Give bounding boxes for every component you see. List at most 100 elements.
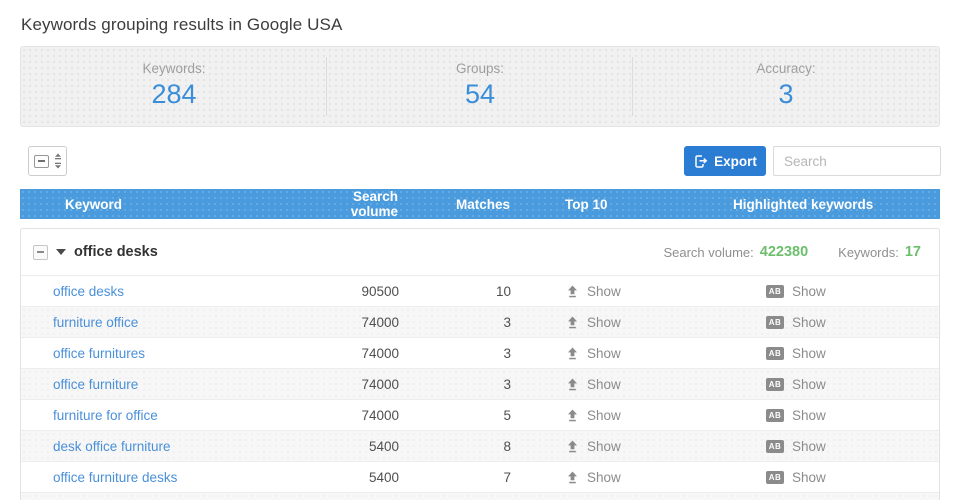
group-keywords-count: 17 <box>905 244 921 260</box>
table-row-partial <box>21 492 939 500</box>
table-row: desk office furniture 5400 8 Show AB Sho… <box>21 430 939 461</box>
column-header-search-volume[interactable]: Search volume <box>330 189 398 219</box>
keyword-link[interactable]: furniture office <box>21 315 331 330</box>
top10-arrow-icon <box>566 471 579 484</box>
stat-groups-label: Groups: <box>327 61 633 76</box>
search-volume-value: 74000 <box>331 346 399 361</box>
top10-show-label: Show <box>587 346 621 361</box>
highlighted-show-link[interactable]: AB Show <box>711 439 939 454</box>
highlighted-show-link[interactable]: AB Show <box>711 408 939 423</box>
highlighted-ab-icon: AB <box>766 409 784 422</box>
highlighted-show-link[interactable]: AB Show <box>711 470 939 485</box>
top10-show-link[interactable]: Show <box>511 284 711 299</box>
highlighted-show-label: Show <box>792 346 826 361</box>
highlighted-show-link[interactable]: AB Show <box>711 284 939 299</box>
search-volume-value: 74000 <box>331 408 399 423</box>
highlighted-ab-icon: AB <box>766 378 784 391</box>
matches-value: 5 <box>399 408 511 423</box>
highlighted-ab-icon: AB <box>766 347 784 360</box>
stats-panel: Keywords: 284 Groups: 54 Accuracy: 3 <box>20 46 940 127</box>
keyword-link[interactable]: office furniture desks <box>21 470 331 485</box>
export-button[interactable]: Export <box>684 146 766 176</box>
top10-arrow-icon <box>566 347 579 360</box>
matches-value: 3 <box>399 346 511 361</box>
top10-show-link[interactable]: Show <box>511 439 711 454</box>
highlighted-show-link[interactable]: AB Show <box>711 315 939 330</box>
highlighted-show-label: Show <box>792 377 826 392</box>
highlighted-show-link[interactable]: AB Show <box>711 377 939 392</box>
top10-arrow-icon <box>566 440 579 453</box>
stat-keywords: Keywords: 284 <box>21 47 327 126</box>
highlighted-show-label: Show <box>792 470 826 485</box>
page-title: Keywords grouping results in Google USA <box>21 15 342 35</box>
matches-value: 3 <box>399 315 511 330</box>
top10-show-link[interactable]: Show <box>511 377 711 392</box>
export-button-label: Export <box>714 154 757 169</box>
top10-show-label: Show <box>587 315 621 330</box>
top10-arrow-icon <box>566 409 579 422</box>
table-row: office furnitures 74000 3 Show AB Show <box>21 337 939 368</box>
top10-show-label: Show <box>587 377 621 392</box>
top10-arrow-icon <box>566 316 579 329</box>
top10-show-link[interactable]: Show <box>511 470 711 485</box>
top10-show-link[interactable]: Show <box>511 408 711 423</box>
top10-show-label: Show <box>587 439 621 454</box>
stat-keywords-value: 284 <box>21 79 327 110</box>
highlighted-ab-icon: AB <box>766 440 784 453</box>
group-search-volume-label: Search volume: <box>663 245 753 260</box>
highlighted-show-label: Show <box>792 315 826 330</box>
table-row: office furniture desks 5400 7 Show AB Sh… <box>21 461 939 492</box>
top10-show-link[interactable]: Show <box>511 315 711 330</box>
column-header-matches[interactable]: Matches <box>398 197 510 212</box>
search-volume-value: 5400 <box>331 470 399 485</box>
matches-value: 3 <box>399 377 511 392</box>
highlighted-ab-icon: AB <box>766 471 784 484</box>
keyword-link[interactable]: office desks <box>21 284 331 299</box>
table-header: Keyword Search volume Matches Top 10 Hig… <box>20 189 940 219</box>
group-search-volume-value: 422380 <box>760 244 808 260</box>
group-collapse-icon[interactable] <box>33 245 48 260</box>
search-volume-value: 74000 <box>331 377 399 392</box>
keyword-link[interactable]: office furniture <box>21 377 331 392</box>
stat-accuracy-value: 3 <box>633 79 939 110</box>
keyword-link[interactable]: furniture for office <box>21 408 331 423</box>
collapse-all-control[interactable] <box>28 146 67 176</box>
stat-accuracy-label: Accuracy: <box>633 61 939 76</box>
matches-value: 8 <box>399 439 511 454</box>
highlighted-ab-icon: AB <box>766 316 784 329</box>
table-row: office desks 90500 10 Show AB Show <box>21 275 939 306</box>
search-input[interactable] <box>773 146 941 176</box>
highlighted-show-link[interactable]: AB Show <box>711 346 939 361</box>
keyword-link[interactable]: desk office furniture <box>21 439 331 454</box>
column-header-keyword[interactable]: Keyword <box>20 197 330 212</box>
table-row: furniture office 74000 3 Show AB Show <box>21 306 939 337</box>
stat-keywords-label: Keywords: <box>21 61 327 76</box>
collapse-minus-icon <box>34 155 49 168</box>
stat-groups: Groups: 54 <box>327 47 633 126</box>
top10-show-link[interactable]: Show <box>511 346 711 361</box>
group-card: office desks Search volume: 422380 Keywo… <box>20 228 940 500</box>
highlighted-show-label: Show <box>792 439 826 454</box>
highlighted-show-label: Show <box>792 284 826 299</box>
column-header-highlighted-keywords[interactable]: Highlighted keywords <box>710 197 940 212</box>
group-name: office desks <box>74 244 158 260</box>
search-volume-value: 90500 <box>331 284 399 299</box>
search-volume-value: 74000 <box>331 315 399 330</box>
group-meta: Search volume: 422380 Keywords: 17 <box>663 244 921 260</box>
top10-arrow-icon <box>566 285 579 298</box>
highlighted-ab-icon: AB <box>766 285 784 298</box>
export-icon <box>693 154 708 169</box>
group-keywords-label: Keywords: <box>838 245 899 260</box>
top10-show-label: Show <box>587 470 621 485</box>
chevron-down-icon[interactable] <box>56 249 66 255</box>
stat-accuracy: Accuracy: 3 <box>633 47 939 126</box>
top10-arrow-icon <box>566 378 579 391</box>
keyword-rows: office desks 90500 10 Show AB Show furni… <box>21 275 939 492</box>
column-header-top10[interactable]: Top 10 <box>510 197 710 212</box>
group-header: office desks Search volume: 422380 Keywo… <box>21 229 939 275</box>
table-row: furniture for office 74000 5 Show AB Sho… <box>21 399 939 430</box>
keyword-link[interactable]: office furnitures <box>21 346 331 361</box>
matches-value: 10 <box>399 284 511 299</box>
highlighted-show-label: Show <box>792 408 826 423</box>
top10-show-label: Show <box>587 284 621 299</box>
